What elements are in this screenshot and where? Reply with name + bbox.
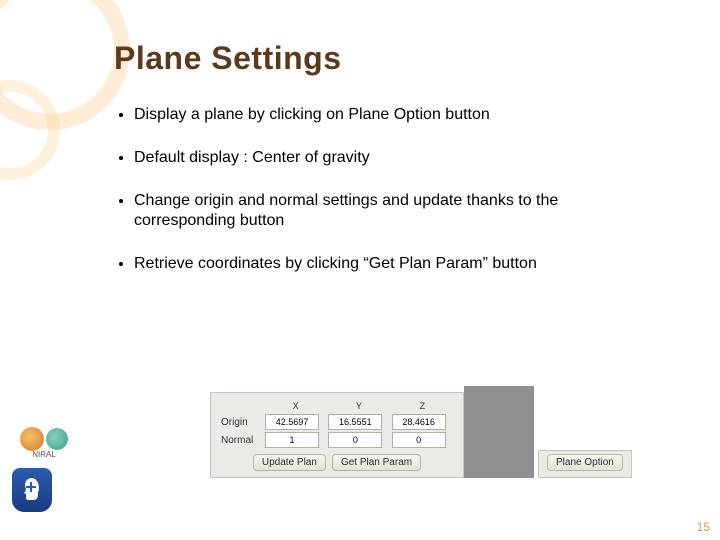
plane-option-button[interactable]: Plane Option [547, 454, 623, 471]
bullet-item: Display a plane by clicking on Plane Opt… [134, 105, 660, 126]
bullet-list: Display a plane by clicking on Plane Opt… [110, 105, 660, 275]
normal-z-input[interactable] [392, 432, 446, 448]
slide: Plane Settings Display a plane by clicki… [0, 0, 720, 540]
normal-y-input[interactable] [328, 432, 382, 448]
plane-parameters-panel: X Y Z Origin Normal Update [210, 392, 464, 478]
col-header-z: Z [392, 401, 453, 412]
bullet-item: Default display : Center of gravity [134, 148, 660, 169]
row-label-origin: Origin [221, 414, 263, 430]
normal-x-input[interactable] [265, 432, 319, 448]
bullet-item: Retrieve coordinates by clicking “Get Pl… [134, 254, 660, 275]
panel-gap [464, 386, 534, 478]
update-plan-button[interactable]: Update Plan [253, 454, 326, 471]
bullet-item: Change origin and normal settings and up… [134, 191, 660, 233]
niral-logo-icon: NIRAL [12, 418, 76, 460]
col-header-x: X [265, 401, 326, 412]
origin-y-input[interactable] [328, 414, 382, 430]
page-title: Plane Settings [114, 40, 660, 77]
origin-x-input[interactable] [265, 414, 319, 430]
settings-panel-screenshot: X Y Z Origin Normal Update [210, 386, 632, 478]
col-header-y: Y [328, 401, 389, 412]
medical-head-logo-icon [12, 468, 52, 512]
niral-logo-label: NIRAL [32, 450, 56, 459]
plane-option-panel: Plane Option [538, 450, 632, 478]
get-plan-param-button[interactable]: Get Plan Param [332, 454, 421, 471]
row-label-normal: Normal [221, 432, 263, 448]
logo-stack: NIRAL [12, 418, 76, 512]
page-number: 15 [697, 520, 710, 534]
origin-z-input[interactable] [392, 414, 446, 430]
